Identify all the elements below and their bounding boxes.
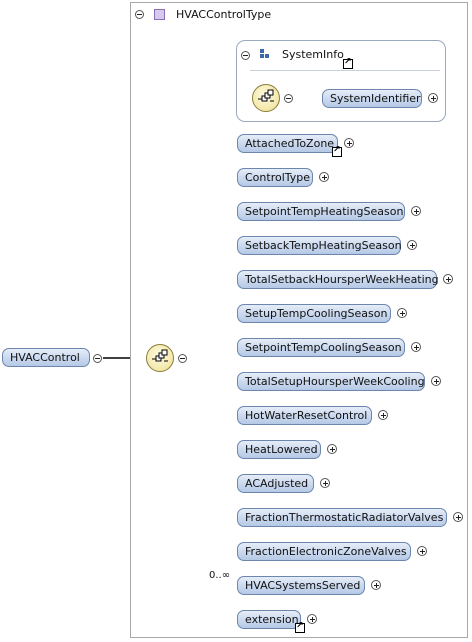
element-totalsetuphoursperweekcooling[interactable]: TotalSetupHoursperWeekCooling	[237, 372, 425, 391]
element-hvacsystemsserved[interactable]: HVACSystemsServed	[237, 576, 365, 595]
sequence-icon-inner[interactable]	[252, 84, 280, 112]
expand-icon[interactable]	[417, 546, 427, 556]
expand-icon[interactable]	[411, 206, 421, 216]
element-setpointtempheatingseason[interactable]: SetpointTempHeatingSeason	[237, 202, 405, 221]
element-controltype[interactable]: ControlType	[237, 168, 313, 187]
expand-icon[interactable]	[320, 478, 330, 488]
element-fractionthermostaticradiatorvalves[interactable]: FractionThermostaticRadiatorValves	[237, 508, 447, 527]
reference-icon[interactable]	[332, 145, 342, 157]
root-element-pill[interactable]: HVACControl	[2, 348, 90, 367]
element-system-identifier[interactable]: SystemIdentifier	[322, 89, 422, 108]
expand-icon[interactable]	[307, 614, 317, 624]
element-extension[interactable]: extension	[237, 610, 301, 629]
sequence-outer-collapse-icon[interactable]	[178, 354, 187, 363]
system-identifier-expand-icon[interactable]	[428, 93, 438, 103]
group-divider	[250, 70, 440, 71]
group-ref-icon[interactable]	[343, 57, 353, 69]
cardinality-label: 0..∞	[209, 570, 231, 581]
element-fractionelectroniczonevalves[interactable]: FractionElectronicZoneValves	[237, 542, 411, 561]
complex-type-collapse-icon[interactable]	[135, 10, 144, 19]
expand-icon[interactable]	[319, 172, 329, 182]
element-acadjusted[interactable]: ACAdjusted	[237, 474, 314, 493]
expand-icon[interactable]	[397, 308, 407, 318]
expand-icon[interactable]	[431, 376, 441, 386]
element-setuptempcoolingseason[interactable]: SetupTempCoolingSeason	[237, 304, 391, 323]
element-totalsetbackhoursperweekheating[interactable]: TotalSetbackHoursperWeekHeating	[237, 270, 439, 289]
expand-icon[interactable]	[407, 240, 417, 250]
expand-icon[interactable]	[344, 138, 354, 148]
complex-type-label: HVACControlType	[176, 8, 272, 21]
complex-type-icon	[154, 9, 165, 20]
root-collapse-icon[interactable]	[93, 354, 102, 363]
expand-icon[interactable]	[371, 580, 381, 590]
expand-icon[interactable]	[453, 512, 463, 522]
group-label: SystemInfo	[282, 48, 344, 61]
element-setpointtempcoolingseason[interactable]: SetpointTempCoolingSeason	[237, 338, 405, 357]
element-setbacktempheatingseason[interactable]: SetbackTempHeatingSeason	[237, 236, 402, 255]
group-collapse-icon[interactable]	[241, 51, 250, 60]
sequence-inner-collapse-icon[interactable]	[284, 94, 293, 103]
expand-icon[interactable]	[327, 444, 337, 454]
element-heatlowered[interactable]: HeatLowered	[237, 440, 321, 459]
element-hotwaterresetcontrol[interactable]: HotWaterResetControl	[237, 406, 372, 425]
group-icon	[260, 49, 269, 58]
reference-icon[interactable]	[295, 621, 305, 633]
expand-icon[interactable]	[378, 410, 388, 420]
expand-icon[interactable]	[443, 274, 453, 284]
expand-icon[interactable]	[411, 342, 421, 352]
sequence-icon-outer[interactable]	[146, 344, 174, 372]
element-attachedtozone[interactable]: AttachedToZone	[237, 134, 338, 153]
